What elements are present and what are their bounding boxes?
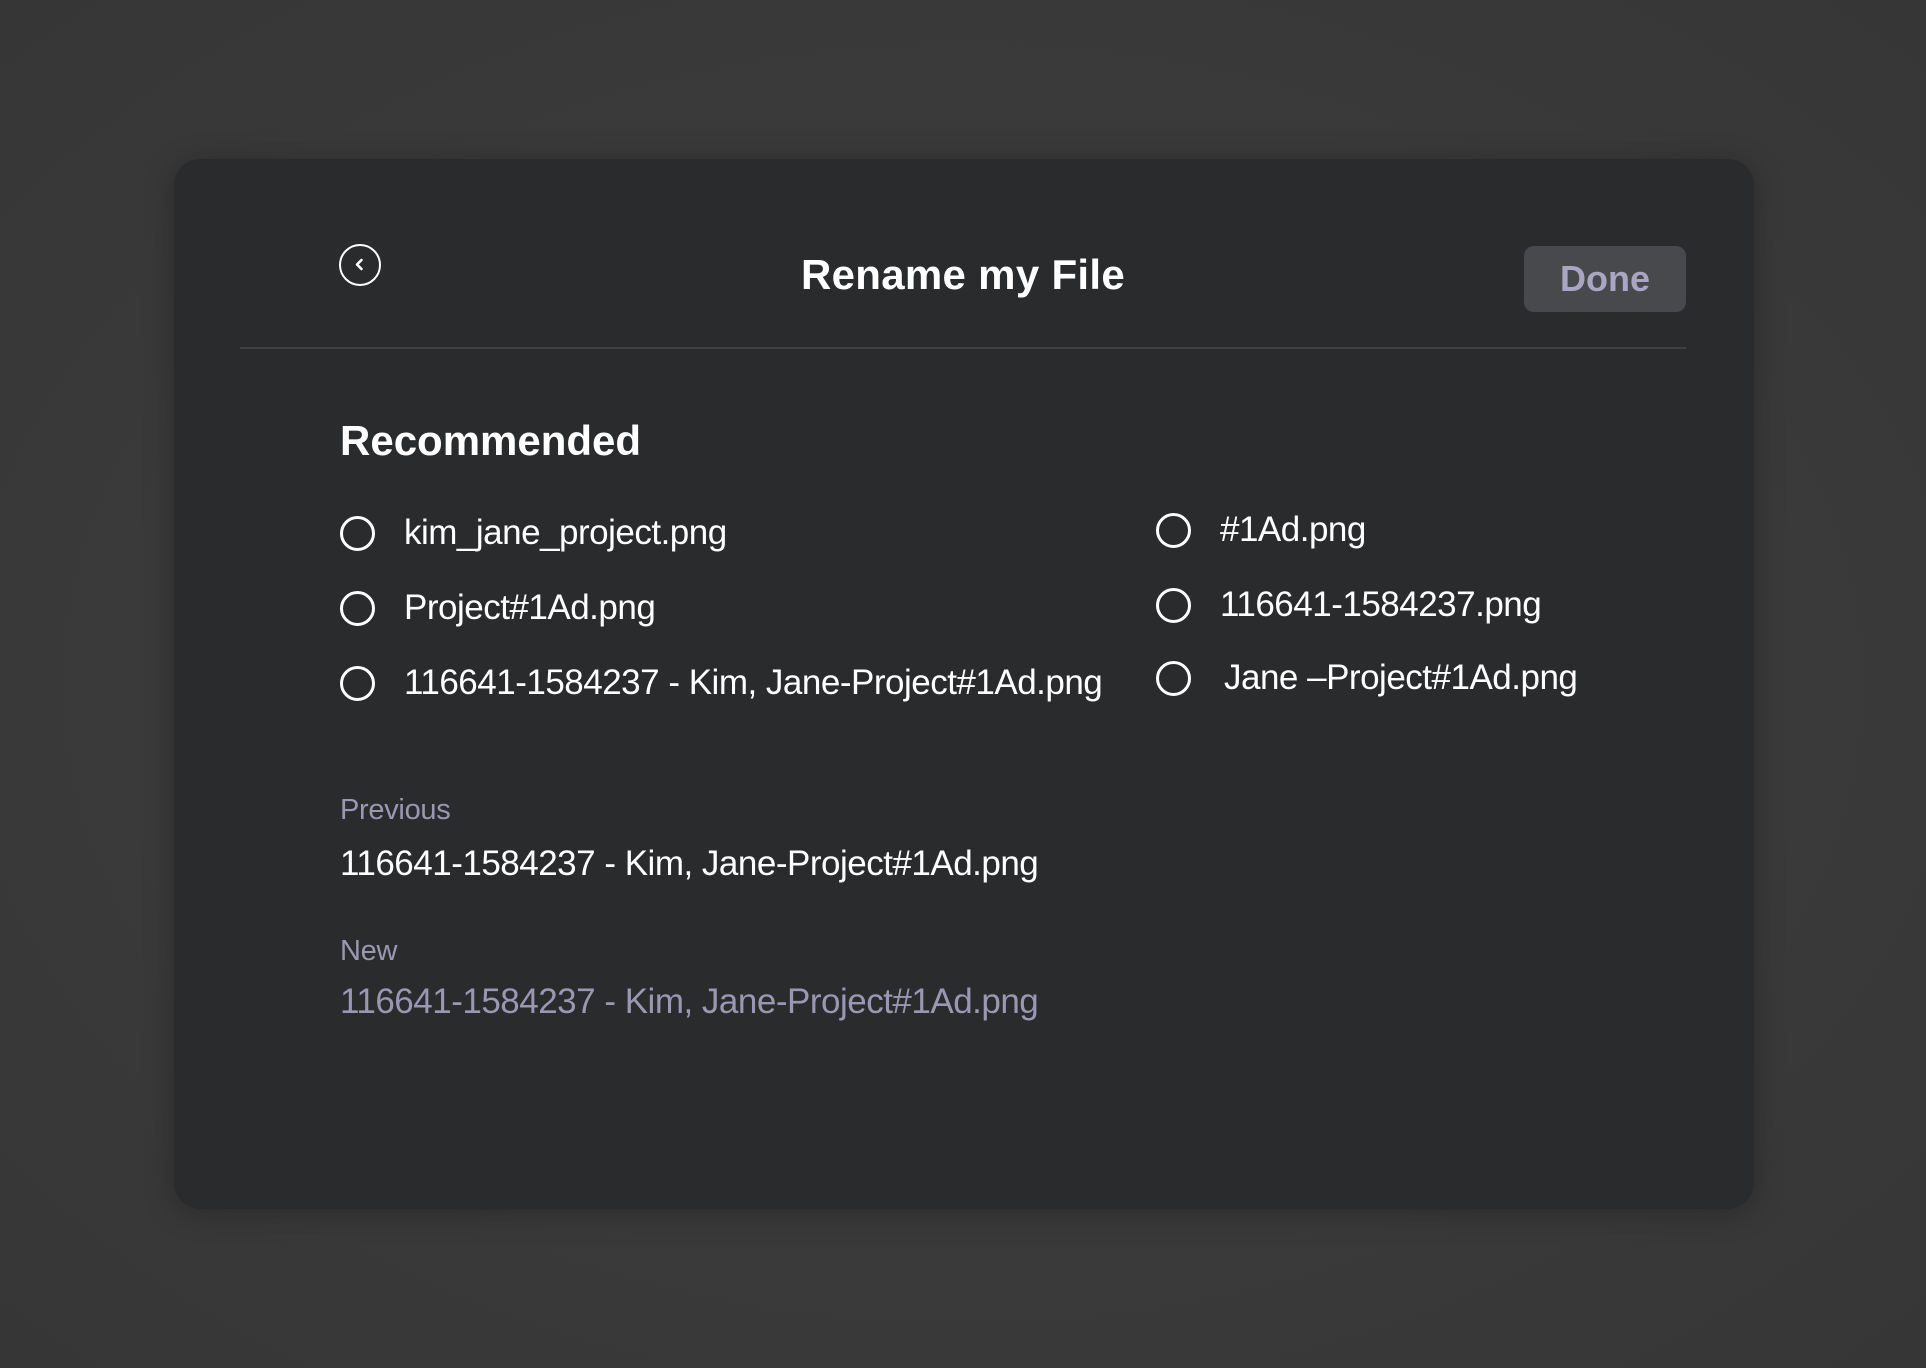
option-jane-project[interactable]: Jane –Project#1Ad.png (1156, 658, 1578, 698)
dialog-header: Rename my File Done (240, 159, 1686, 349)
option-label: Project#1Ad.png (404, 588, 656, 627)
option-label: 116641-1584237.png (1220, 585, 1542, 624)
option-label: 116641-1584237 - Kim, Jane-Project#1Ad.p… (404, 663, 1103, 702)
done-button[interactable]: Done (1524, 246, 1686, 312)
rename-dialog: Rename my File Done Recommended kim_jane… (174, 159, 1754, 1209)
option-kim-jane-project[interactable]: kim_jane_project.png (340, 513, 727, 553)
radio-icon[interactable] (1156, 512, 1191, 548)
radio-icon[interactable] (1156, 660, 1191, 696)
option-id-only[interactable]: 116641-1584237.png (1156, 585, 1542, 625)
recommended-heading: Recommended (340, 417, 642, 464)
previous-label: Previous (340, 794, 451, 826)
option-1ad[interactable]: #1Ad.png (1156, 510, 1366, 550)
option-full-name[interactable]: 116641-1584237 - Kim, Jane-Project#1Ad.p… (340, 663, 1103, 703)
radio-icon[interactable] (340, 515, 375, 551)
option-label: kim_jane_project.png (404, 513, 727, 552)
new-label: New (340, 935, 398, 967)
radio-icon[interactable] (340, 665, 375, 701)
radio-icon[interactable] (340, 590, 375, 626)
new-filename: 116641-1584237 - Kim, Jane-Project#1Ad.p… (340, 982, 1039, 1021)
radio-icon[interactable] (1156, 587, 1191, 623)
option-label: Jane –Project#1Ad.png (1224, 658, 1578, 697)
option-label: #1Ad.png (1220, 510, 1366, 549)
dialog-title: Rename my File (801, 251, 1125, 298)
previous-filename: 116641-1584237 - Kim, Jane-Project#1Ad.p… (340, 844, 1039, 883)
option-project-1ad[interactable]: Project#1Ad.png (340, 588, 656, 628)
